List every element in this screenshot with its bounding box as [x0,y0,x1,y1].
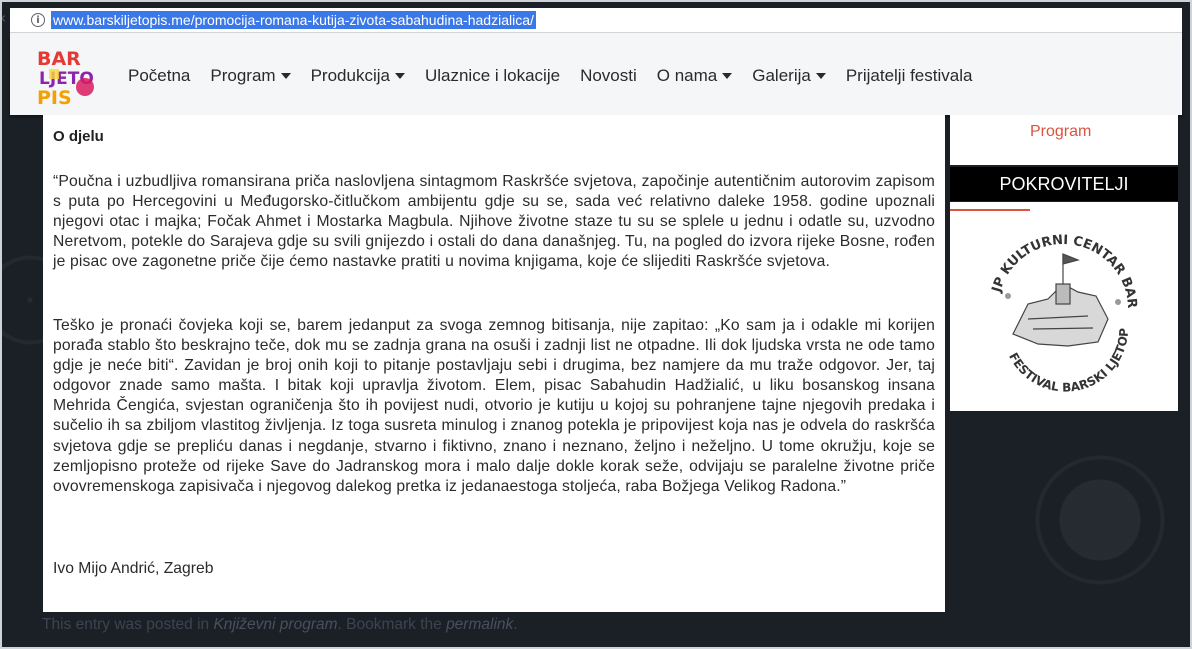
entry-meta-prefix: This entry was posted in [42,616,214,633]
article-paragraph-1: “Poučna i uzbudljiva romansirana priča n… [53,173,935,271]
permalink-link[interactable]: permalink [446,616,513,633]
sponsors-divider [950,209,1030,211]
caret-down-icon [722,73,733,79]
nav-item-prijatelji-festivala[interactable]: Prijatelji festivala [846,66,973,86]
url-text[interactable]: www.barskiljetopis.me/promocija-romana-k… [51,11,536,29]
nav-item-label: Galerija [752,66,811,85]
nav-item-label: O nama [656,66,718,85]
info-icon[interactable]: i [31,13,45,27]
nav-item-program[interactable]: Program [210,66,291,86]
sidebar-program-link[interactable]: Program [1030,123,1091,141]
caret-down-icon [280,73,291,79]
caret-down-icon [815,73,826,79]
address-bar[interactable]: i www.barskiljetopis.me/promocija-romana… [10,8,1182,33]
sponsor-logo[interactable]: JP KULTURNI CENTAR BAR FESTIVAL BARSKI L… [978,224,1148,394]
nav-item-ulaznice-i-lokacije[interactable]: Ulaznice i lokacije [425,66,560,86]
nav-item-label: Program [210,66,276,85]
nav-item-label: Novosti [580,66,637,85]
nav-item-po-etna[interactable]: Početna [128,66,190,86]
category-link[interactable]: Književni program [213,616,337,633]
article-signature: Ivo Mijo Andrić, Zagreb [53,560,214,577]
castle-drawing [1005,253,1121,347]
article-paragraph-2: Teško je pronaći čovjeka koji se, barem … [53,317,935,495]
sponsors-title: POKROVITELJI [950,167,1178,201]
nav-item-galerija[interactable]: Galerija [752,66,826,86]
entry-meta-middle: . Bookmark the [337,616,447,633]
nav-item-produkcija[interactable]: Produkcija [311,66,405,86]
nav-item-label: Početna [128,66,191,85]
article-heading: O djelu [53,128,104,145]
entry-meta: This entry was posted in Književni progr… [42,616,518,634]
nav-item-o-nama[interactable]: O nama [656,66,733,86]
logo-line-1: BAR [37,48,81,70]
article-card: O djelu “Poučna i uzbudljiva romansirana… [43,115,945,612]
sidebar-widget: Program [950,115,1178,165]
back-arrow-icon[interactable]: ‹ [0,10,10,26]
main-nav: Početna Program Produkcija Ulaznice i lokac… [128,66,992,86]
caret-down-icon [394,73,405,79]
logo-line-3: PIS [37,87,72,109]
site-header: BAR LJETO PIS Početna Program Produkcija Ul… [10,33,1182,115]
nav-item-label: Produkcija [310,66,390,85]
nav-item-label: Prijatelji festivala [845,66,973,85]
nav-item-label: Ulaznice i lokacije [424,66,561,85]
sponsors-widget: JP KULTURNI CENTAR BAR FESTIVAL BARSKI L… [950,202,1178,411]
site-logo[interactable]: BAR LJETO PIS [37,47,101,109]
nav-item-novosti[interactable]: Novosti [580,66,637,86]
entry-meta-suffix: . [513,616,518,633]
